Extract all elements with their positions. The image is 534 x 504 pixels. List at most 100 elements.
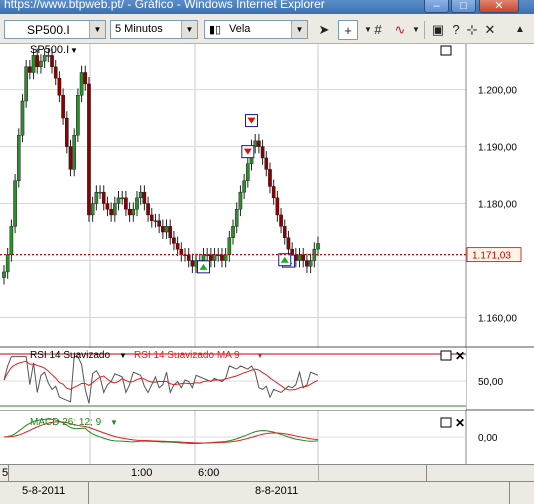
candle-icon: ▮▯ xyxy=(209,24,222,36)
candle xyxy=(201,254,206,261)
symbol-value: SP500.I xyxy=(27,23,70,37)
date-label: 5-8-2011 xyxy=(22,485,66,497)
candle xyxy=(5,254,10,273)
candle xyxy=(64,117,69,147)
chevron-down-icon[interactable]: ▼ xyxy=(291,21,307,38)
candle xyxy=(223,254,228,261)
symbol-input[interactable]: SP500.I ▼ xyxy=(4,20,106,39)
time-axis: 5 1:00 6:00 xyxy=(0,464,534,483)
candle xyxy=(175,243,180,250)
interval-select[interactable]: 5 Minutos ▼ xyxy=(110,20,198,39)
candle xyxy=(16,134,21,181)
cursor-pointer-icon[interactable]: ➤ xyxy=(314,20,334,40)
candle xyxy=(146,203,150,216)
candle xyxy=(260,146,265,159)
candle xyxy=(50,55,54,67)
price-tick-label: 1.160,00 xyxy=(478,314,517,325)
window-title: https://www.btpweb.pt/ - Gráfico - Windo… xyxy=(4,0,325,11)
rsi-ma-label: RSI 14 Suavizado MA 9 xyxy=(134,350,240,361)
price-tick-label: 1.200,00 xyxy=(478,86,517,97)
candle xyxy=(79,72,84,96)
candle xyxy=(35,55,40,67)
candle xyxy=(282,226,287,238)
candle xyxy=(57,77,62,96)
chevron-down-icon[interactable]: ▼ xyxy=(181,21,197,38)
candle xyxy=(101,191,106,204)
candle xyxy=(83,72,88,85)
crosshair-icon[interactable]: + xyxy=(338,20,358,40)
rsi-panel-label: RSI 14 Suavizado xyxy=(30,350,110,361)
grid-icon[interactable]: # xyxy=(368,20,388,40)
candle xyxy=(127,209,132,216)
interval-value: 5 Minutos xyxy=(115,23,163,35)
candle xyxy=(305,260,309,267)
candle xyxy=(190,260,195,267)
candle xyxy=(61,95,65,119)
candle xyxy=(209,254,213,261)
window-title-bar: https://www.btpweb.pt/ - Gráfico - Windo… xyxy=(0,0,534,14)
time-divider xyxy=(8,465,9,483)
indicator-dropdown-icon[interactable]: ▼ xyxy=(406,20,426,40)
toolbar-divider xyxy=(424,21,425,39)
candle xyxy=(131,209,136,216)
candle xyxy=(271,186,276,199)
maximize-button[interactable]: □ xyxy=(451,0,476,13)
candle xyxy=(242,180,246,193)
time-divider xyxy=(318,465,319,483)
candle xyxy=(264,157,269,170)
maximize-panel-icon[interactable] xyxy=(440,417,452,428)
macd-chevron-down-icon[interactable]: ▼ xyxy=(110,418,118,427)
chevron-down-icon[interactable]: ▼ xyxy=(89,21,105,38)
time-divider xyxy=(426,465,427,483)
candle xyxy=(297,254,302,261)
price-tick-label: 1.180,00 xyxy=(478,200,517,211)
macd-axis-tick: 0,00 xyxy=(478,433,498,444)
candle xyxy=(135,197,139,210)
pin-icon[interactable]: ⊹ xyxy=(462,20,482,40)
chart-svg[interactable]: 1.171,03 1.200,00 1.190,00 1.180,00 1.160,0… xyxy=(0,44,534,464)
rsi-chevron-down-icon[interactable]: ▼ xyxy=(119,351,127,360)
candle xyxy=(28,66,32,73)
candle xyxy=(268,169,272,187)
candle xyxy=(24,66,28,102)
candle xyxy=(246,163,250,181)
candle xyxy=(227,237,232,256)
maximize-panel-icon[interactable] xyxy=(440,45,452,56)
rsi-axis-tick: 50,00 xyxy=(478,377,503,388)
chart-style-value: Vela xyxy=(229,23,251,35)
candle xyxy=(98,191,102,194)
close-panel-icon[interactable]: ✕ xyxy=(455,349,465,363)
candle xyxy=(20,100,25,136)
candle xyxy=(157,220,161,227)
candle xyxy=(153,220,158,222)
properties-icon[interactable]: ▣ xyxy=(428,20,448,40)
close-panel-icon[interactable]: ✕ xyxy=(455,416,465,430)
date-label: 8-8-2011 xyxy=(255,485,299,497)
candle xyxy=(286,237,291,250)
minimize-button[interactable]: – xyxy=(424,0,449,13)
candle xyxy=(105,203,110,210)
panel-chevron-down-icon[interactable]: ▼ xyxy=(70,46,78,55)
macd-panel-label: MACD 26; 12; 9 xyxy=(30,417,102,428)
close-window-button[interactable]: ✕ xyxy=(479,0,519,13)
candle xyxy=(31,55,36,73)
candle xyxy=(275,197,280,216)
candle xyxy=(257,140,261,147)
candle xyxy=(279,214,283,227)
candle xyxy=(39,60,43,67)
candle xyxy=(142,191,147,204)
candle xyxy=(90,203,95,216)
candle xyxy=(113,203,117,216)
chart-style-select[interactable]: ▮▯ Vela ▼ xyxy=(204,20,308,39)
rsi-ma-chevron-down-icon[interactable]: ▼ xyxy=(256,351,264,360)
date-divider xyxy=(88,482,89,504)
candle xyxy=(138,191,143,199)
scroll-up-icon[interactable]: ▲ xyxy=(510,20,530,40)
candle xyxy=(168,226,173,238)
candle xyxy=(220,254,224,261)
maximize-panel-icon[interactable] xyxy=(440,350,452,361)
candle xyxy=(308,260,313,267)
date-divider xyxy=(509,482,510,504)
chart-area[interactable]: 1.171,03 1.200,00 1.190,00 1.180,00 1.160,0… xyxy=(0,44,534,504)
close-chart-icon[interactable]: ✕ xyxy=(480,20,500,40)
